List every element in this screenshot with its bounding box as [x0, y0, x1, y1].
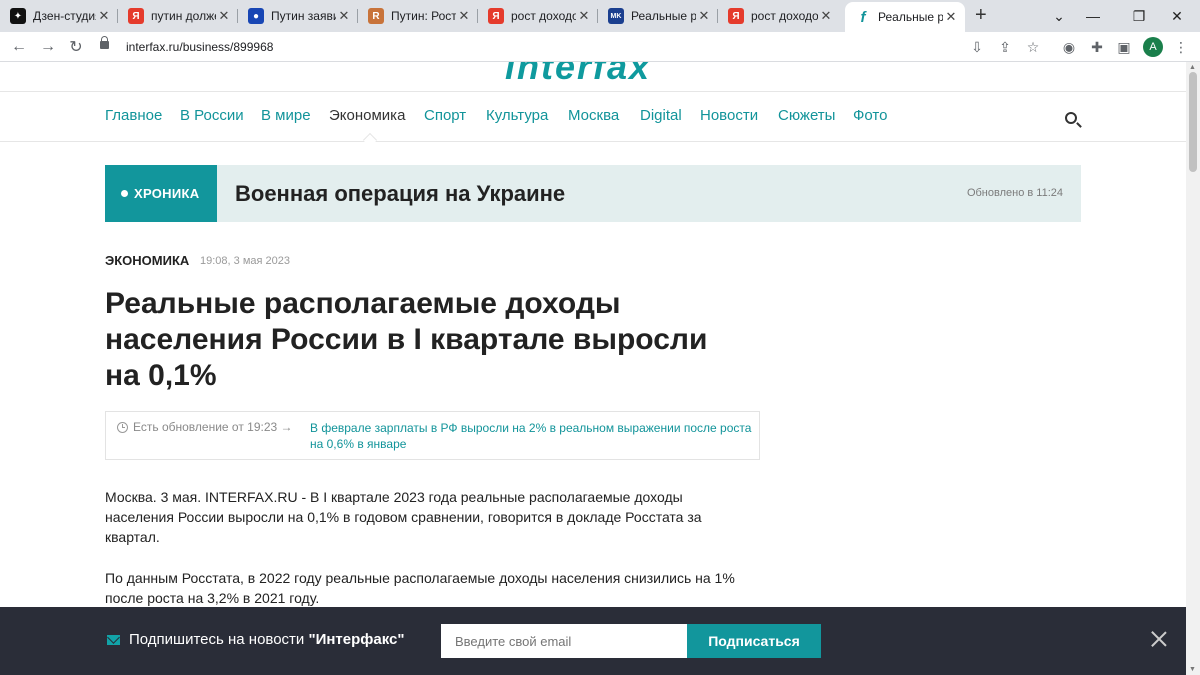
subscribe-button[interactable]: Подписаться: [687, 624, 821, 658]
chronicle-tag: ХРОНИКА: [105, 165, 217, 222]
browser-tab[interactable]: Ярост доходов✕: [478, 2, 598, 30]
browser-tab[interactable]: ✦ Дзен-студия ✕: [0, 2, 118, 30]
window-close-icon[interactable]: ✕: [1154, 0, 1200, 32]
bookmark-star-icon[interactable]: ☆: [1024, 38, 1042, 56]
chronicle-tag-label: ХРОНИКА: [134, 186, 200, 201]
install-icon[interactable]: ⇩: [968, 38, 986, 56]
extension-globe-icon[interactable]: ◉: [1060, 38, 1078, 56]
browser-tab-label: Дзен-студия: [33, 9, 96, 23]
web-page: interfax Главное В России В мире Экономика С…: [0, 62, 1186, 675]
clock-icon: [117, 422, 128, 433]
mk-icon: MK: [608, 8, 624, 24]
nav-item[interactable]: В России: [180, 107, 244, 124]
tab-close-icon[interactable]: ✕: [576, 8, 592, 24]
extensions-puzzle-icon[interactable]: ✚: [1088, 38, 1106, 56]
page-scrollbar[interactable]: ▲ ▼: [1186, 62, 1200, 675]
article-date: 19:08, 3 мая 2023: [200, 255, 290, 267]
yandex-icon: Я: [128, 8, 144, 24]
close-icon[interactable]: [1149, 629, 1169, 649]
url-text[interactable]: interfax.ru/business/899968: [126, 40, 273, 54]
browser-tab[interactable]: ● Путин заявил✕: [238, 2, 358, 30]
browser-tab-label: Путин заявил: [271, 9, 336, 23]
bullet-dot-icon: [121, 190, 128, 197]
forward-icon[interactable]: →: [38, 37, 58, 57]
nav-item[interactable]: Главное: [105, 107, 162, 124]
tab-close-icon[interactable]: ✕: [336, 8, 352, 24]
lock-icon: [100, 36, 109, 49]
browser-tab[interactable]: f Реальные ра✕: [845, 2, 965, 32]
nav-item[interactable]: Экономика: [329, 107, 405, 124]
back-icon[interactable]: ←: [9, 37, 29, 57]
subscribe-bar: Подпишитесь на новости "Интерфакс" Подпи…: [0, 607, 1186, 675]
tab-close-icon[interactable]: ✕: [216, 8, 232, 24]
scrollbar-thumb[interactable]: [1189, 72, 1197, 172]
nav-item[interactable]: Digital: [640, 107, 682, 124]
tab-close-icon[interactable]: ✕: [943, 9, 959, 25]
browser-tab[interactable]: R Путин: Рост р✕: [358, 2, 478, 30]
browser-tab-label: Реальные ра: [631, 9, 696, 23]
side-panel-icon[interactable]: ▣: [1115, 38, 1133, 56]
reload-icon[interactable]: ↻: [66, 37, 86, 57]
browser-tab-label: Путин: Рост р: [391, 9, 456, 23]
site-nav: Главное В России В мире Экономика Спорт Культ…: [0, 92, 1186, 148]
browser-toolbar: ← → ↻ interfax.ru/business/899968 ⇩ ⇪ ☆ …: [0, 32, 1200, 62]
zen-icon: ✦: [10, 8, 26, 24]
mail-icon: [107, 635, 120, 645]
subscribe-text-prefix: Подпишитесь на новости: [129, 631, 309, 648]
browser-tab-bar: ✦Дзен-студия✕Япутин долже✕●Путин заявил✕…: [0, 0, 1200, 32]
tab-close-icon[interactable]: ✕: [818, 8, 834, 24]
nav-item[interactable]: Спорт: [424, 107, 466, 124]
tab-close-icon[interactable]: ✕: [96, 8, 112, 24]
update-notice: Есть обновление от 19:23 → В феврале зар…: [105, 411, 760, 460]
active-nav-caret: [362, 132, 378, 148]
chronicle-title[interactable]: Военная операция на Украине: [235, 181, 565, 207]
subscribe-text: Подпишитесь на новости "Интерфакс": [129, 631, 405, 648]
menu-kebab-icon[interactable]: ⋮: [1172, 38, 1190, 56]
tab-close-icon[interactable]: ✕: [456, 8, 472, 24]
site-header: interfax: [0, 62, 1186, 92]
nav-item[interactable]: Культура: [486, 107, 548, 124]
browser-tab-label: рост доходов: [511, 9, 576, 23]
update-link[interactable]: В феврале зарплаты в РФ выросли на 2% в …: [310, 420, 755, 452]
browser-tab[interactable]: MK Реальные ра✕: [598, 2, 718, 30]
interfax-logo[interactable]: interfax: [505, 62, 651, 88]
nav-item[interactable]: Сюжеты: [778, 107, 835, 124]
profile-avatar[interactable]: A: [1143, 37, 1163, 57]
subscribe-brand: "Интерфакс": [308, 631, 405, 648]
nav-item[interactable]: Фото: [853, 107, 887, 124]
update-prefix: Есть обновление от 19:23 →: [133, 420, 293, 434]
minimize-icon[interactable]: —: [1070, 0, 1116, 32]
browser-tab[interactable]: Ярост доходов✕: [718, 2, 840, 30]
yandex-icon: Я: [488, 8, 504, 24]
browser-tab-label: путин долже: [151, 9, 216, 23]
nav-item[interactable]: Новости: [700, 107, 758, 124]
browser-tab[interactable]: Япутин долже ✕: [118, 2, 238, 30]
interfax-icon: f: [860, 8, 866, 26]
yandex-icon: Я: [728, 8, 744, 24]
nav-item[interactable]: Москва: [568, 107, 619, 124]
share-icon[interactable]: ⇪: [996, 38, 1014, 56]
new-tab-button[interactable]: +: [975, 5, 993, 25]
tab-close-icon[interactable]: ✕: [696, 8, 712, 24]
address-bar[interactable]: interfax.ru/business/899968: [92, 35, 1052, 59]
scroll-down-icon[interactable]: ▼: [1189, 666, 1196, 673]
article-headline: Реальные располагаемые доходы населения …: [105, 287, 708, 392]
email-field[interactable]: [441, 624, 687, 658]
nav-item[interactable]: В мире: [261, 107, 311, 124]
article-paragraph: По данным Росстата, в 2022 году реальные…: [105, 570, 735, 606]
article-rubric[interactable]: ЭКОНОМИКА: [105, 253, 189, 268]
browser-tab-label: Реальные ра: [878, 10, 943, 24]
chronicle-updated: Обновлено в 11:24: [966, 187, 1063, 199]
globe-icon: ●: [248, 8, 264, 24]
scroll-up-icon[interactable]: ▲: [1189, 64, 1196, 71]
browser-tab-label: рост доходов: [751, 9, 818, 23]
search-icon[interactable]: [1065, 112, 1077, 124]
ru-news-icon: R: [368, 8, 384, 24]
article-paragraph: Москва. 3 мая. INTERFAX.RU - В I квартал…: [105, 489, 702, 545]
chronicle-banner[interactable]: ХРОНИКА Военная операция на Украине Обно…: [105, 165, 1081, 222]
